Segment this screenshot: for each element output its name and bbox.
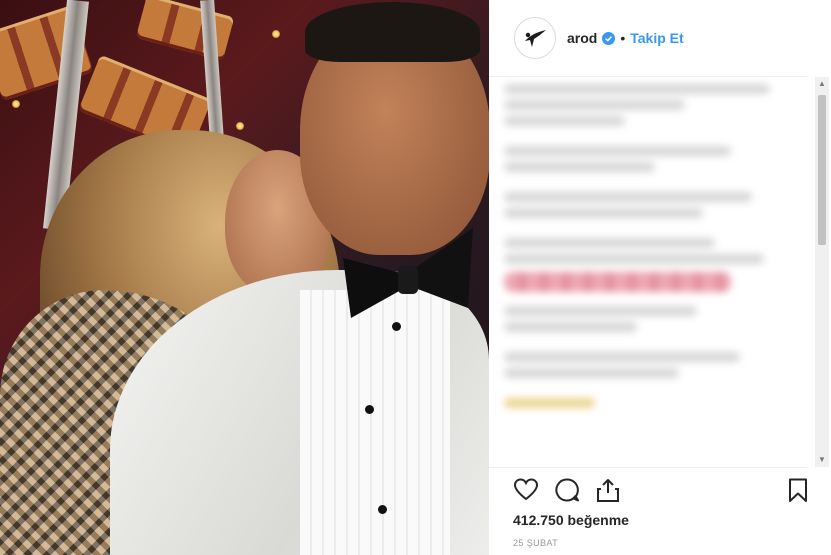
post-actions: 412.750 beğenme 25 ŞUBAT: [489, 467, 807, 555]
blurred-comment-line: [504, 84, 770, 94]
blurred-comment-line: [504, 254, 764, 264]
follow-button[interactable]: Takip Et: [630, 30, 683, 46]
scroll-thumb[interactable]: [818, 95, 826, 245]
blurred-comment-line: [504, 208, 704, 218]
avatar[interactable]: [514, 17, 556, 59]
username-link[interactable]: arod: [567, 30, 597, 46]
verified-badge-icon: [602, 31, 616, 45]
stage-light: [12, 100, 20, 108]
shirt-stud: [378, 505, 387, 514]
comment-bubble-icon[interactable]: [554, 477, 580, 503]
blurred-comment-line: [504, 238, 716, 248]
stage-light: [272, 30, 280, 38]
stage-light: [236, 122, 244, 130]
theater-balcony: [135, 0, 235, 61]
scroll-up-arrow-icon[interactable]: ▲: [815, 77, 829, 91]
post-photo[interactable]: [0, 0, 489, 555]
post-header: arod • Takip Et: [489, 0, 807, 77]
blurred-emoji-row: [504, 272, 731, 292]
man-hair: [305, 2, 480, 62]
tuxedo-shirt: [300, 290, 450, 555]
blurred-comment-line: [504, 146, 731, 156]
post-date[interactable]: 25 ŞUBAT: [513, 538, 558, 548]
likes-count[interactable]: 412.750 beğenme: [513, 512, 629, 528]
comments-list-blurred: [504, 84, 806, 467]
share-upload-icon[interactable]: [595, 477, 621, 503]
comments-scrollbar[interactable]: ▲ ▼: [815, 77, 829, 467]
black-bowtie: [343, 228, 473, 318]
blurred-comment-line: [504, 192, 752, 202]
batter-logo-icon: [525, 30, 546, 47]
heart-icon[interactable]: [513, 477, 539, 503]
blurred-comment-line: [504, 368, 680, 378]
shirt-stud: [392, 322, 401, 331]
blurred-comment-line: [504, 322, 637, 332]
separator-dot: •: [620, 30, 626, 46]
blurred-comment-line: [504, 352, 740, 362]
scroll-down-arrow-icon[interactable]: ▼: [815, 453, 829, 467]
bookmark-icon[interactable]: [785, 477, 811, 503]
post-sidebar: arod • Takip Et ▲ ▼ 412.750 beğenme 25 Ş…: [489, 0, 831, 555]
blurred-comment-line: [504, 162, 655, 172]
blurred-comment-line: [504, 100, 686, 110]
blurred-emoji: [504, 398, 595, 408]
blurred-comment-line: [504, 116, 625, 126]
shirt-stud: [365, 405, 374, 414]
blurred-comment-line: [504, 306, 698, 316]
